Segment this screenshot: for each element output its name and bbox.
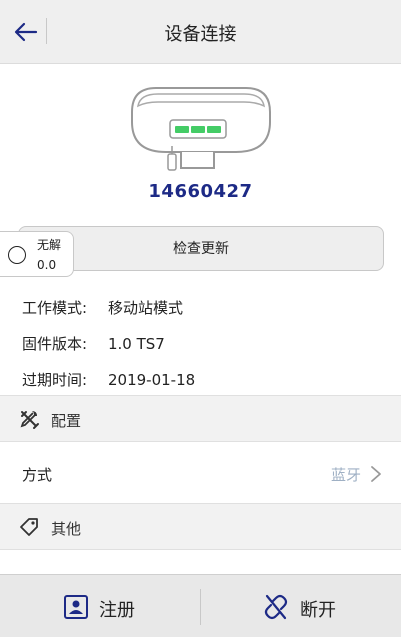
- connection-method-value: 蓝牙: [330, 466, 361, 484]
- connection-method-row[interactable]: 方式 蓝牙: [0, 443, 401, 504]
- section-config: 配置: [0, 395, 401, 442]
- info-key: 过期时间:: [22, 371, 88, 389]
- device-serial: 14660427: [148, 181, 253, 202]
- tag-icon: [20, 518, 38, 536]
- register-label: 注册: [99, 600, 135, 621]
- receiver-device-icon: [131, 87, 271, 171]
- register-button[interactable]: 注册: [0, 575, 200, 637]
- section-other: 其他: [0, 503, 401, 550]
- connection-method-label: 方式: [22, 466, 53, 484]
- disconnect-label: 断开: [300, 600, 336, 621]
- bottom-bar: 注册 断开: [0, 574, 401, 637]
- section-config-label: 配置: [51, 412, 82, 430]
- info-key: 工作模式:: [22, 299, 88, 317]
- info-value: 移动站模式: [108, 299, 184, 317]
- status-label: 无解: [37, 238, 62, 252]
- info-value: 2019-01-18: [108, 371, 196, 389]
- top-bar: 设备连接: [0, 0, 401, 64]
- info-firmware-version: 固件版本: 1.0 TS7: [22, 333, 165, 354]
- status-value: 0.0: [37, 258, 57, 272]
- disconnect-button[interactable]: 断开: [201, 575, 401, 637]
- status-circle-icon: [8, 246, 26, 264]
- info-key: 固件版本:: [22, 335, 88, 353]
- id-card-icon: [64, 595, 88, 619]
- chevron-right-icon: [371, 466, 381, 482]
- tools-icon: [20, 411, 39, 429]
- page-title: 设备连接: [164, 24, 237, 45]
- info-expiry-date: 过期时间: 2019-01-18: [22, 369, 195, 390]
- info-value: 1.0 TS7: [108, 335, 165, 353]
- info-work-mode: 工作模式: 移动站模式: [22, 297, 183, 318]
- solution-status-badge: 无解 0.0: [0, 231, 74, 277]
- section-other-label: 其他: [51, 520, 82, 538]
- broken-link-icon: [264, 594, 288, 620]
